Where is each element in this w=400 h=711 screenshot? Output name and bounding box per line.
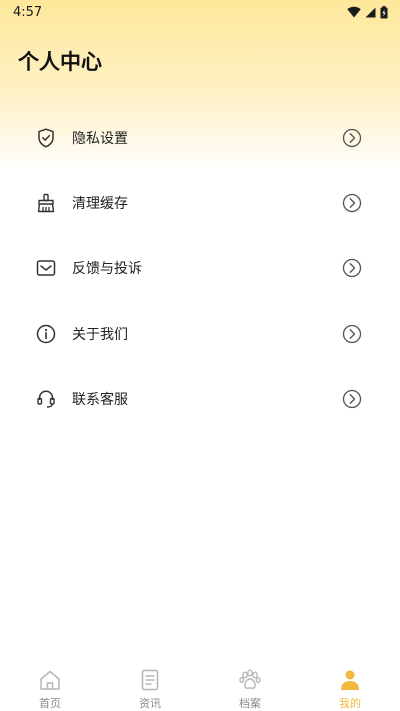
tab-label: 首页 — [39, 697, 61, 710]
menu-item-about-us[interactable]: 关于我们 — [0, 301, 400, 366]
menu-item-clear-cache[interactable]: 清理缓存 — [0, 170, 400, 235]
tab-mine[interactable]: 我的 — [300, 660, 400, 711]
headset-icon — [36, 389, 56, 409]
bottom-tab-bar: 首页 资讯 档案 我的 — [0, 660, 400, 711]
menu-item-feedback[interactable]: 反馈与投诉 — [0, 236, 400, 301]
paw-icon — [238, 668, 262, 691]
menu-item-label: 隐私设置 — [72, 130, 128, 147]
battery-icon — [380, 5, 388, 18]
mail-icon — [36, 258, 56, 278]
wifi-icon — [347, 6, 361, 18]
menu-item-label: 联系客服 — [72, 391, 128, 408]
tab-news[interactable]: 资讯 — [100, 660, 200, 711]
home-icon — [38, 668, 62, 691]
settings-menu: 隐私设置 清理缓存 反馈与投诉 关于我们 联系客服 — [0, 105, 400, 431]
info-icon — [36, 324, 56, 344]
chevron-right-icon — [342, 389, 362, 409]
tab-archive[interactable]: 档案 — [200, 660, 300, 711]
menu-item-label: 关于我们 — [72, 326, 128, 343]
tab-label: 档案 — [239, 697, 261, 710]
shield-icon — [36, 128, 56, 148]
news-icon — [138, 668, 162, 691]
chevron-right-icon — [342, 193, 362, 213]
signal-icon — [365, 7, 376, 17]
chevron-right-icon — [342, 258, 362, 278]
menu-item-privacy-settings[interactable]: 隐私设置 — [0, 105, 400, 170]
chevron-right-icon — [342, 324, 362, 344]
tab-home[interactable]: 首页 — [0, 660, 100, 711]
status-bar: 4:57 — [0, 0, 400, 24]
broom-icon — [36, 193, 56, 213]
tab-label: 资讯 — [139, 697, 161, 710]
menu-item-label: 清理缓存 — [72, 195, 128, 212]
tab-label: 我的 — [339, 697, 361, 710]
user-icon — [338, 668, 362, 691]
menu-item-label: 反馈与投诉 — [72, 261, 142, 278]
chevron-right-icon — [342, 128, 362, 148]
menu-item-customer-service[interactable]: 联系客服 — [0, 366, 400, 431]
page-title: 个人中心 — [18, 50, 102, 74]
status-time: 4:57 — [13, 4, 43, 20]
